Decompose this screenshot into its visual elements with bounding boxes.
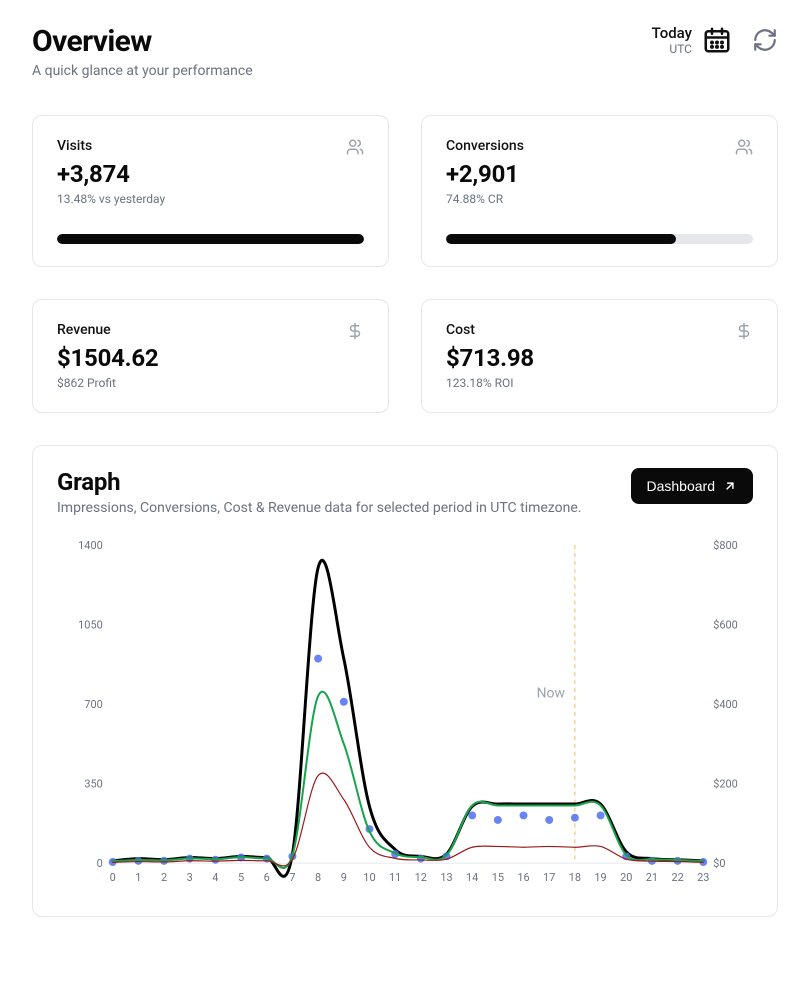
x-axis-tick: 21: [646, 871, 658, 884]
card-conversions: Conversions +2,901 74.88% CR: [421, 115, 778, 267]
scatter-point: [545, 816, 553, 824]
dashboard-button[interactable]: Dashboard: [631, 468, 754, 504]
date-label: Today: [652, 24, 692, 42]
scatter-point: [340, 698, 348, 706]
graph-subtitle: Impressions, Conversions, Cost & Revenue…: [57, 500, 581, 516]
scatter-point: [571, 814, 579, 822]
series-revenue: [113, 692, 704, 868]
conversions-progress-bar: [446, 234, 676, 244]
card-visits: Visits +3,874 13.48% vs yesterday: [32, 115, 389, 267]
x-axis-tick: 17: [543, 871, 555, 884]
scatter-point: [520, 811, 528, 819]
calendar-icon[interactable]: [702, 25, 732, 55]
users-icon: [346, 138, 364, 160]
x-axis-tick: 10: [363, 871, 375, 884]
card-visits-sub: 13.48% vs yesterday: [57, 192, 165, 206]
x-axis-tick: 8: [315, 871, 321, 884]
card-conversions-sub: 74.88% CR: [446, 192, 524, 206]
visits-progress: [57, 234, 364, 244]
page-title: Overview: [32, 24, 253, 59]
x-axis-tick: 12: [415, 871, 427, 884]
dollar-icon: [735, 322, 753, 344]
x-axis-tick: 1: [135, 871, 141, 884]
y-axis-right-tick: $0: [713, 857, 725, 870]
y-axis-right-tick: $400: [713, 698, 738, 711]
date-text: Today UTC: [652, 24, 692, 56]
card-revenue-value: $1504.62: [57, 344, 158, 372]
graph-title: Graph: [57, 468, 581, 496]
y-axis-left-tick: 1050: [78, 618, 103, 631]
x-axis-tick: 15: [492, 871, 504, 884]
scatter-point: [417, 855, 425, 863]
y-axis-right-tick: $800: [713, 539, 738, 552]
header-right: Today UTC: [652, 24, 778, 56]
series-impressions: [113, 560, 704, 876]
card-revenue: Revenue $1504.62 $862 Profit: [32, 299, 389, 413]
date-selector[interactable]: Today UTC: [652, 24, 732, 56]
card-revenue-title: Revenue: [57, 322, 158, 338]
x-axis-tick: 22: [671, 871, 683, 884]
card-conversions-title: Conversions: [446, 138, 524, 154]
card-cost-sub: 123.18% ROI: [446, 376, 534, 390]
page-subtitle: A quick glance at your performance: [32, 63, 253, 79]
y-axis-right-tick: $200: [713, 778, 738, 791]
dashboard-button-label: Dashboard: [647, 478, 716, 494]
card-visits-value: +3,874: [57, 160, 165, 188]
x-axis-tick: 2: [161, 871, 167, 884]
graph-header: Graph Impressions, Conversions, Cost & R…: [57, 468, 753, 516]
users-icon: [735, 138, 753, 160]
x-axis-tick: 6: [264, 871, 270, 884]
x-axis-tick: 4: [212, 871, 218, 884]
x-axis-tick: 14: [466, 871, 478, 884]
x-axis-tick: 16: [517, 871, 529, 884]
x-axis-tick: 9: [341, 871, 347, 884]
visits-progress-bar: [57, 234, 364, 244]
stats-grid: Visits +3,874 13.48% vs yesterday Conver…: [32, 115, 778, 413]
x-axis-tick: 20: [620, 871, 632, 884]
x-axis-tick: 3: [187, 871, 193, 884]
scatter-point: [597, 811, 605, 819]
card-cost-title: Cost: [446, 322, 534, 338]
y-axis-left-tick: 1400: [78, 539, 103, 552]
dollar-icon: [346, 322, 364, 344]
external-link-icon: [723, 479, 737, 493]
x-axis-tick: 19: [594, 871, 606, 884]
series-cost: [113, 773, 704, 866]
header-left: Overview A quick glance at your performa…: [32, 24, 253, 79]
scatter-point: [468, 811, 476, 819]
x-axis-tick: 11: [389, 871, 401, 884]
conversions-progress: [446, 234, 753, 244]
date-tz: UTC: [669, 42, 692, 56]
now-label: Now: [537, 686, 566, 702]
y-axis-left-tick: 0: [97, 857, 103, 870]
graph-card: Graph Impressions, Conversions, Cost & R…: [32, 445, 778, 917]
x-axis-tick: 23: [697, 871, 709, 884]
card-conversions-value: +2,901: [446, 160, 524, 188]
x-axis-tick: 0: [110, 871, 116, 884]
card-visits-title: Visits: [57, 138, 165, 154]
card-cost-value: $713.98: [446, 344, 534, 372]
y-axis-left-tick: 350: [84, 778, 102, 791]
x-axis-tick: 5: [238, 871, 244, 884]
scatter-point: [494, 816, 502, 824]
page-header: Overview A quick glance at your performa…: [32, 24, 778, 79]
refresh-icon[interactable]: [752, 27, 778, 53]
x-axis-tick: 7: [289, 871, 295, 884]
x-axis-tick: 13: [440, 871, 452, 884]
card-revenue-sub: $862 Profit: [57, 376, 158, 390]
x-axis-tick: 18: [569, 871, 581, 884]
chart: 035070010501400$0$200$400$600$8000123456…: [57, 534, 753, 894]
y-axis-right-tick: $600: [713, 618, 738, 631]
card-cost: Cost $713.98 123.18% ROI: [421, 299, 778, 413]
y-axis-left-tick: 700: [84, 698, 102, 711]
scatter-point: [314, 655, 322, 663]
